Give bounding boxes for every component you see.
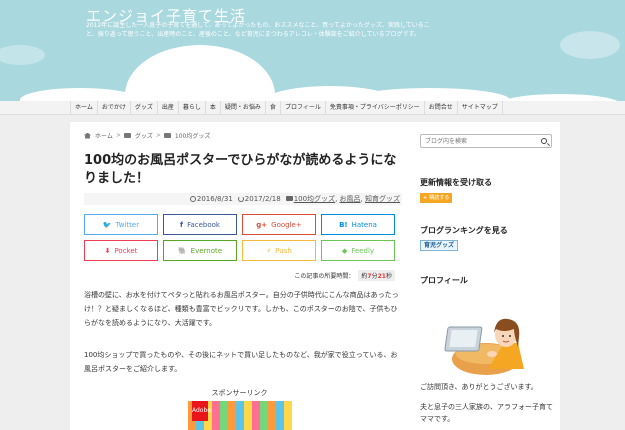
nav-item-contact[interactable]: お問合せ [425, 101, 458, 115]
published-date: 2016/8/31 [189, 193, 233, 205]
article-title: 100均のお風呂ポスターでひらがなが読めるようになりました！ [84, 153, 397, 186]
nav-item-food[interactable]: 食 [266, 101, 281, 115]
post-meta: 2016/8/31 2017/2/18 100均グッズ, お風呂, 知育グッズ [84, 193, 402, 205]
share-label: Evernote [190, 246, 223, 255]
profile-description: 夫と息子の三人家族の、アラフォー子育てママです。 [420, 403, 553, 423]
sponsor-label: スポンサーリンク [211, 389, 268, 397]
search-box [420, 134, 552, 148]
subscribe-button[interactable]: + 購読する [420, 193, 453, 203]
read-time-value: 約7分21秒 [358, 270, 395, 281]
read-time-label: この記事の所要時間： [294, 273, 355, 280]
updated-date: 2017/2/18 [237, 193, 281, 205]
share-buttons: 🐦 Twitter f Facebook g+ Google+ B! Hatena ⬇ Pocke… [84, 214, 406, 261]
nav-item-goods[interactable]: グッズ [131, 101, 158, 115]
feedly-icon: ◆ [341, 246, 348, 255]
googleplus-icon: g+ [256, 220, 268, 229]
share-label: Twitter [115, 220, 140, 229]
ad-banner[interactable]: Adobe [188, 401, 292, 430]
breadcrumb: ホーム > グッズ > 100均グッズ [84, 131, 210, 140]
article-panel: ホーム > グッズ > 100均グッズ 100均のお風呂ポスターでひらがなが読め… [70, 122, 409, 430]
nav-item-questions[interactable]: 疑問・お悩み [221, 101, 266, 115]
folder-icon [285, 196, 293, 201]
nav-item-home[interactable]: ホーム [70, 101, 98, 115]
pocket-share-button[interactable]: ⬇ Pocket [84, 240, 158, 261]
nav-item-sitemap[interactable]: サイトマップ [458, 101, 503, 115]
share-label: Google+ [271, 220, 302, 229]
ranking-badge[interactable]: 育児グッズ [420, 240, 459, 251]
adobe-logo: Adobe [192, 401, 211, 421]
breadcrumb-separator: > [115, 132, 121, 139]
evernote-icon: 🐘 [177, 246, 187, 255]
ranking-widget-title: ブログランキングを見る [420, 226, 508, 235]
clock-icon [189, 196, 196, 202]
category-link-educational[interactable]: 知育グッズ [365, 195, 400, 203]
home-icon [84, 132, 91, 139]
refresh-icon [237, 196, 244, 202]
googleplus-share-button[interactable]: g+ Google+ [242, 214, 316, 235]
nav-item-birth[interactable]: 出産 [158, 101, 179, 115]
share-label: Facebook [187, 220, 220, 229]
paragraph: 浴槽の壁に、お水を付けてペタっと貼れるお風呂ポスター。自分の子供時代にこんな商品… [84, 291, 399, 327]
plus-icon: + [423, 195, 428, 201]
nav-item-outing[interactable]: おでかけ [98, 101, 131, 115]
article-body: 浴槽の壁に、お水を付けてペタっと貼れるお風呂ポスター。自分の子供時代にこんな商品… [84, 288, 402, 394]
nav-item-books[interactable]: 本 [206, 101, 221, 115]
twitter-share-button[interactable]: 🐦 Twitter [84, 214, 158, 235]
breadcrumb-goods[interactable]: グッズ [135, 131, 153, 140]
site-description: 2012年に誕生した一人息子の子育てを通して、あってよかったもの、おススメなこと… [86, 22, 430, 38]
share-label: Hatena [351, 220, 377, 229]
category-link-100yen[interactable]: 100均グッズ [294, 195, 335, 203]
follow-widget-title: 更新情報を受け取る [420, 178, 492, 187]
share-label: Feedly [351, 246, 375, 255]
breadcrumb-separator: > [155, 132, 161, 139]
profile-illustration [444, 318, 524, 375]
site-header: エンジョイ子育て生活 2012年に誕生した一人息子の子育てを通して、あってよかっ… [0, 0, 625, 101]
hatena-icon: B! [339, 220, 348, 229]
twitter-icon: 🐦 [102, 220, 112, 229]
facebook-share-button[interactable]: f Facebook [163, 214, 237, 235]
paragraph: 100均ショップで買ったものや、その後にネットで買い足したものなど、我が家で役立… [84, 351, 398, 373]
push-share-button[interactable]: ⚡ Push [242, 240, 316, 261]
nav-item-privacy[interactable]: 免責事項・プライバシーポリシー [326, 101, 425, 115]
search-icon[interactable] [541, 138, 547, 144]
breadcrumb-100yen-goods[interactable]: 100均グッズ [175, 131, 210, 140]
share-label: Pocket [114, 246, 138, 255]
read-time: この記事の所要時間： 約7分21秒 [294, 270, 395, 281]
pocket-icon: ⬇ [104, 246, 111, 255]
category-link-bath[interactable]: お風呂 [340, 195, 361, 203]
search-input[interactable] [425, 136, 535, 146]
folder-icon [163, 133, 171, 138]
evernote-share-button[interactable]: 🐘 Evernote [163, 240, 237, 261]
folder-icon [123, 133, 131, 138]
feedly-share-button[interactable]: ◆ Feedly [321, 240, 395, 261]
facebook-icon: f [180, 220, 184, 229]
hatena-share-button[interactable]: B! Hatena [321, 214, 395, 235]
sidebar: 更新情報を受け取る + 購読する ブログランキングを見る 育児グッズ プロフィー… [409, 122, 560, 430]
breadcrumb-home[interactable]: ホーム [95, 131, 113, 140]
share-label: Push [275, 246, 292, 255]
profile-greeting: ご訪問頂き、ありがとうございます。 [420, 383, 538, 391]
nav-item-living[interactable]: 暮らし [179, 101, 206, 115]
profile-widget-title: プロフィール [420, 276, 468, 285]
global-nav: ホーム おでかけ グッズ 出産 暮らし 本 疑問・お悩み 食 プロフィール 免責… [0, 101, 625, 115]
push-icon: ⚡ [266, 246, 272, 255]
nav-item-profile[interactable]: プロフィール [281, 101, 326, 115]
post-categories: 100均グッズ, お風呂, 知育グッズ [285, 193, 400, 205]
